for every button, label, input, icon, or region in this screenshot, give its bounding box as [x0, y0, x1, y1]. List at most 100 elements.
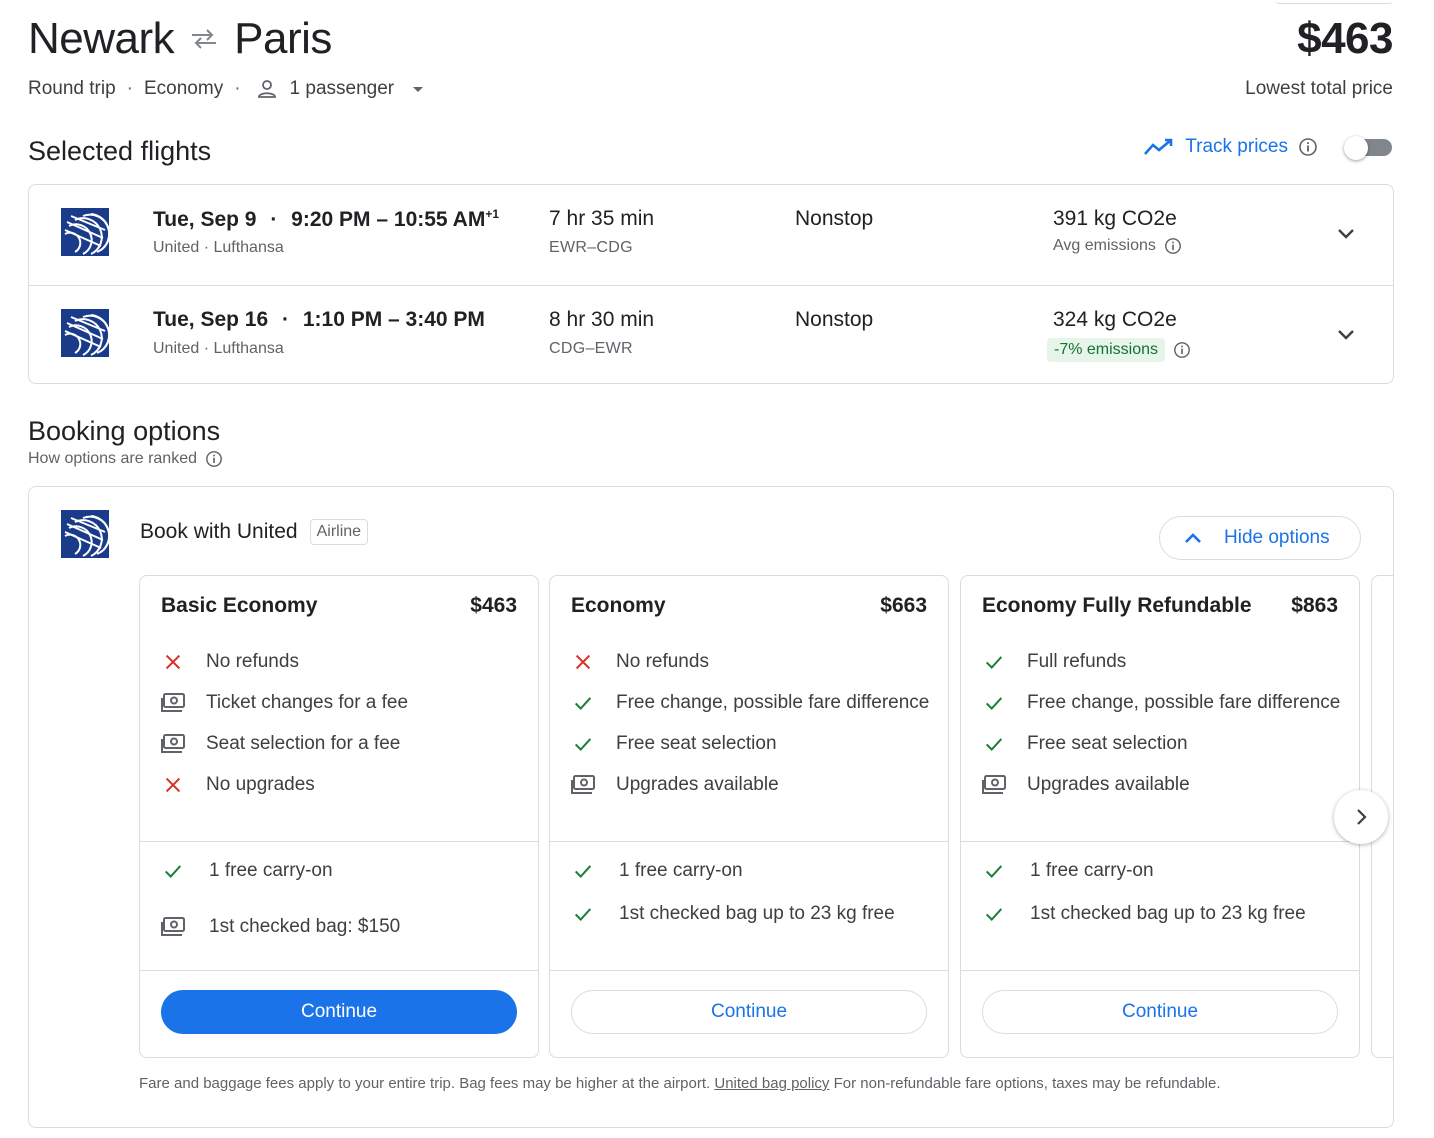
fee-icon: [161, 914, 209, 940]
flight-row-outbound[interactable]: Tue, Sep 9 · 9:20 PM – 10:55 AM+1 United…: [29, 185, 1393, 285]
selected-flights-list: Tue, Sep 9 · 9:20 PM – 10:55 AM+1 United…: [28, 184, 1394, 384]
fare-feature-text: Full refunds: [1027, 651, 1127, 672]
fare-baggage: 1 free carry-on 1st checked bag up to 23 …: [571, 858, 932, 927]
check-icon: [982, 730, 1027, 757]
close-icon: [571, 648, 616, 675]
fare-feature-text: Free change, possible fare difference: [616, 692, 930, 713]
flight-airlines: United · Lufthansa: [153, 340, 284, 357]
fare-feature-text: Upgrades available: [616, 774, 779, 795]
trend-line-icon: [1144, 138, 1173, 155]
fare-feature: Free seat selection: [571, 730, 932, 757]
chevron-down-icon[interactable]: [1335, 324, 1357, 346]
fare-price: $463: [470, 594, 517, 617]
info-icon[interactable]: [1164, 237, 1182, 255]
flight-stops: Nonstop: [795, 207, 874, 230]
footnote-text: Fare and baggage fees apply to your enti…: [139, 1075, 711, 1092]
flight-row-return[interactable]: Tue, Sep 16 · 1:10 PM – 3:40 PM United ·…: [29, 285, 1393, 385]
destination-city: Paris: [234, 14, 332, 63]
info-icon[interactable]: [1298, 137, 1318, 157]
check-icon: [571, 689, 616, 716]
passenger-selector[interactable]: 1 passenger: [256, 78, 431, 100]
fare-price: $863: [1291, 594, 1338, 617]
toggle-knob: [1344, 136, 1368, 160]
fare-header: Basic Economy $463: [161, 594, 517, 618]
fare-feature: Upgrades available: [982, 771, 1343, 798]
check-icon: [571, 901, 619, 927]
separator-dot: ·: [270, 208, 278, 231]
fare-price: $663: [880, 594, 927, 617]
booking-provider-panel: Book with United Airline Hide options Ba…: [28, 486, 1394, 1128]
lowest-price-caption: Lowest total price: [1245, 78, 1393, 99]
united-logo-icon: [61, 510, 109, 558]
flight-airlines: United · Lufthansa: [153, 239, 284, 256]
fare-feature-text: Upgrades available: [1027, 774, 1190, 795]
fare-baggage: 1 free carry-on 1st checked bag up to 23 …: [982, 858, 1343, 927]
track-prices-label[interactable]: Track prices: [1185, 136, 1288, 158]
fare-feature: No refunds: [161, 648, 522, 675]
how-ranked-link[interactable]: How options are ranked: [28, 450, 223, 468]
baggage-item: 1 free carry-on: [571, 858, 932, 884]
divider: [550, 841, 948, 842]
dropdown-caret-icon: [413, 87, 424, 92]
united-logo-icon: [61, 309, 109, 357]
fare-features: Full refunds Free change, possible fare d…: [982, 648, 1343, 812]
divider: [140, 841, 538, 842]
fare-name: Economy Fully Refundable: [982, 594, 1252, 617]
fare-feature-text: Free seat selection: [1027, 733, 1188, 754]
fare-feature-text: Seat selection for a fee: [206, 733, 401, 754]
day-offset: +1: [485, 207, 499, 221]
baggage-item: 1 free carry-on: [161, 858, 522, 884]
check-icon: [982, 858, 1030, 884]
divider: [961, 841, 1359, 842]
info-icon[interactable]: [205, 450, 223, 468]
origin-city: Newark: [28, 14, 175, 63]
airline-tag: Airline: [309, 519, 369, 545]
fee-icon: [982, 771, 1027, 798]
continue-button[interactable]: Continue: [982, 990, 1338, 1034]
separator-dot: ·: [126, 78, 133, 99]
chevron-up-icon: [1185, 533, 1201, 543]
trip-summary: Round trip · Economy · 1 passenger: [28, 78, 430, 100]
fee-icon: [161, 689, 206, 716]
flight-emissions: 391 kg CO2e: [1053, 207, 1177, 230]
fare-feature: No refunds: [571, 648, 932, 675]
trip-type: Round trip: [28, 78, 116, 99]
flight-date-time: Tue, Sep 9 · 9:20 PM – 10:55 AM+1: [153, 207, 499, 232]
check-icon: [982, 901, 1030, 927]
baggage-item: 1st checked bag: $150: [161, 914, 522, 940]
fare-card: Basic Economy $463 No refunds Ticket change…: [139, 575, 539, 1058]
baggage-text: 1st checked bag: $150: [209, 916, 401, 937]
fare-name: Economy: [571, 594, 666, 617]
emissions-note: Avg emissions: [1053, 237, 1182, 255]
flight-emissions: 324 kg CO2e: [1053, 308, 1177, 331]
flight-times: 1:10 PM – 3:40 PM: [302, 308, 485, 331]
fare-feature-text: No refunds: [206, 651, 299, 672]
how-ranked-label: How options are ranked: [28, 450, 197, 467]
continue-button[interactable]: Continue: [161, 990, 517, 1034]
baggage-item: 1 free carry-on: [982, 858, 1343, 884]
chevron-down-icon[interactable]: [1335, 223, 1357, 245]
bag-policy-link[interactable]: United bag policy: [714, 1075, 829, 1092]
fare-feature-text: Free seat selection: [616, 733, 777, 754]
continue-button[interactable]: Continue: [571, 990, 927, 1034]
separator-dot: ·: [282, 308, 289, 331]
track-prices-toggle[interactable]: [1344, 136, 1392, 160]
fare-feature-text: Ticket changes for a fee: [206, 692, 409, 713]
chevron-right-icon: [1357, 809, 1367, 825]
hide-options-button[interactable]: Hide options: [1159, 516, 1361, 560]
emissions-note: -7% emissions: [1047, 338, 1191, 362]
person-icon: [257, 80, 276, 98]
baggage-text: 1 free carry-on: [619, 860, 743, 881]
provider-heading: Book with United Airline: [140, 519, 369, 545]
baggage-text: 1st checked bag up to 23 kg free: [619, 903, 895, 924]
fare-feature: Ticket changes for a fee: [161, 689, 522, 716]
fare-card: Economy $663 No refunds Free change, possib…: [549, 575, 949, 1058]
route-title: Newark Paris: [28, 14, 332, 64]
flight-stops: Nonstop: [795, 308, 874, 331]
next-fares-button[interactable]: [1334, 790, 1388, 844]
fare-name: Basic Economy: [161, 594, 318, 617]
fees-footnote: Fare and baggage fees apply to your enti…: [139, 1075, 1221, 1092]
emissions-note-text: Avg emissions: [1053, 237, 1156, 254]
info-icon[interactable]: [1173, 341, 1191, 359]
fare-feature-text: No refunds: [616, 651, 709, 672]
